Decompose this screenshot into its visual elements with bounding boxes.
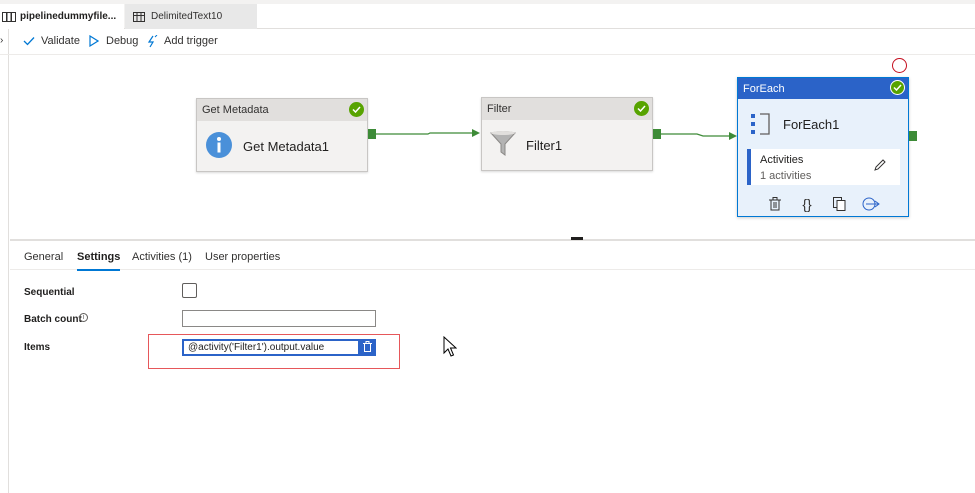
activity-type-label: ForEach xyxy=(743,82,785,95)
inner-activities-label: Activities xyxy=(760,154,804,166)
delete-icon[interactable] xyxy=(766,195,784,213)
activity-body: Get Metadata1 xyxy=(197,121,367,171)
success-output-port[interactable] xyxy=(368,129,376,139)
tab-settings[interactable]: Settings xyxy=(77,251,121,271)
activity-header: Get Metadata xyxy=(197,99,367,121)
copy-icon[interactable] xyxy=(830,195,848,213)
activity-type-label: Get Metadata xyxy=(202,104,269,116)
activity-name: ForEach1 xyxy=(783,117,840,132)
sequential-checkbox[interactable] xyxy=(182,283,197,298)
activity-name: Get Metadata1 xyxy=(243,138,329,154)
inner-activities-box[interactable]: Activities 1 activities xyxy=(747,149,900,185)
inner-activities-count: 1 activities xyxy=(760,170,812,182)
success-check-icon xyxy=(634,101,649,116)
success-output-port[interactable] xyxy=(653,129,661,139)
items-delete-button[interactable] xyxy=(359,339,376,356)
items-label: Items xyxy=(24,342,51,353)
activity-body: Filter1 xyxy=(482,120,652,170)
delete-icon xyxy=(363,340,372,355)
batch-count-input[interactable] xyxy=(182,310,376,327)
success-output-port[interactable] xyxy=(909,131,917,141)
get-metadata-activity[interactable]: Get Metadata Get Metadata1 xyxy=(196,98,368,172)
activity-header: Filter xyxy=(482,98,652,120)
success-check-icon xyxy=(349,102,364,117)
success-check-icon xyxy=(890,80,905,95)
pencil-icon[interactable] xyxy=(874,159,886,174)
activity-action-bar: {} xyxy=(766,195,880,213)
sequential-label: Sequential xyxy=(24,287,75,298)
code-braces-icon[interactable]: {} xyxy=(798,195,816,213)
items-expression-input[interactable]: @activity('Filter1').output.value xyxy=(182,339,360,356)
splitter-handle[interactable] xyxy=(571,237,583,240)
tab-general[interactable]: General xyxy=(24,251,63,263)
activity-name: Filter1 xyxy=(526,137,563,153)
info-icon xyxy=(205,131,233,162)
activity-header: ForEach xyxy=(738,78,908,99)
batch-count-label: Batch count xyxy=(24,314,82,325)
info-circle-icon[interactable]: i xyxy=(79,313,88,322)
tab-user-properties[interactable]: User properties xyxy=(205,251,280,263)
filter-activity[interactable]: Filter Filter1 xyxy=(481,97,653,171)
tab-activities[interactable]: Activities (1) xyxy=(132,251,192,263)
foreach-icon xyxy=(751,113,771,138)
foreach-activity[interactable]: ForEach ForEach1 Activities 1 activities… xyxy=(737,77,909,217)
activity-type-label: Filter xyxy=(487,103,512,115)
properties-tab-bar: General Settings Activities (1) User pro… xyxy=(10,241,975,271)
add-output-icon[interactable] xyxy=(862,195,880,213)
mouse-cursor-icon xyxy=(443,335,458,361)
error-indicator-icon xyxy=(892,58,907,73)
funnel-icon xyxy=(490,130,516,161)
